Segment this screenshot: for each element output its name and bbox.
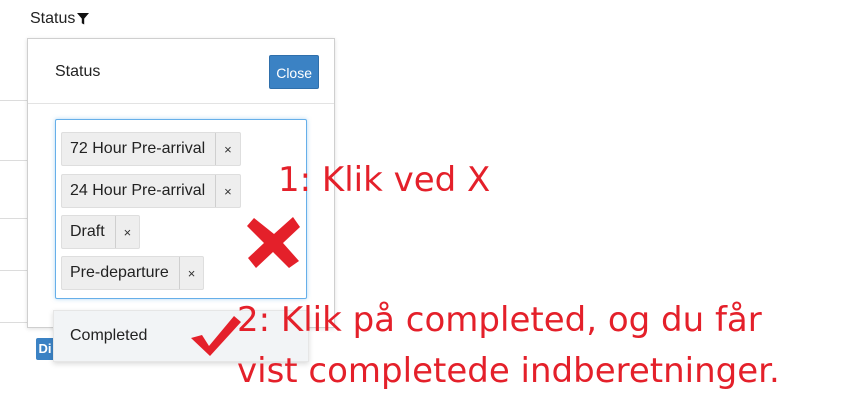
status-column-header[interactable]: Status bbox=[30, 10, 90, 28]
background-button[interactable]: Di bbox=[36, 338, 54, 360]
background-table-divider bbox=[0, 270, 30, 271]
selected-tag: Draft × bbox=[61, 215, 141, 249]
screenshot-stage: Status Di Status Close 72 Hour Pre-arriv… bbox=[0, 0, 851, 398]
tag-label: 24 Hour Pre-arrival bbox=[70, 182, 206, 199]
selected-tag: 24 Hour Pre-arrival × bbox=[61, 174, 241, 208]
filter-icon[interactable] bbox=[76, 12, 90, 26]
annotation-step-1: 1: Klik ved X bbox=[278, 160, 491, 200]
tag-remove-button[interactable]: × bbox=[114, 216, 140, 248]
tag-label: Draft bbox=[70, 223, 105, 240]
annotation-step-2: 2: Klik på completed, og du får bbox=[237, 300, 762, 340]
background-table-divider bbox=[0, 160, 30, 161]
tag-remove-button[interactable]: × bbox=[215, 133, 240, 165]
panel-title: Status bbox=[55, 63, 101, 80]
panel-header: Status Close bbox=[28, 39, 334, 104]
tag-remove-button[interactable]: × bbox=[178, 257, 204, 289]
status-multiselect[interactable]: 72 Hour Pre-arrival × 24 Hour Pre-arriva… bbox=[55, 119, 307, 299]
selected-tag: Pre-departure × bbox=[61, 256, 205, 290]
tag-label: 72 Hour Pre-arrival bbox=[70, 140, 206, 157]
selected-tag: 72 Hour Pre-arrival × bbox=[61, 132, 241, 166]
red-checkmark-icon bbox=[191, 316, 241, 356]
tag-remove-button[interactable]: × bbox=[215, 175, 240, 207]
background-table-divider bbox=[0, 218, 30, 219]
red-x-mark-icon bbox=[247, 217, 300, 268]
status-column-label: Status bbox=[30, 10, 76, 27]
close-button[interactable]: Close bbox=[269, 55, 319, 89]
annotation-step-2-continued: vist completede indberetninger. bbox=[237, 351, 780, 391]
tag-label: Pre-departure bbox=[70, 264, 169, 281]
background-table-divider bbox=[0, 322, 30, 323]
background-table-divider bbox=[0, 100, 30, 101]
